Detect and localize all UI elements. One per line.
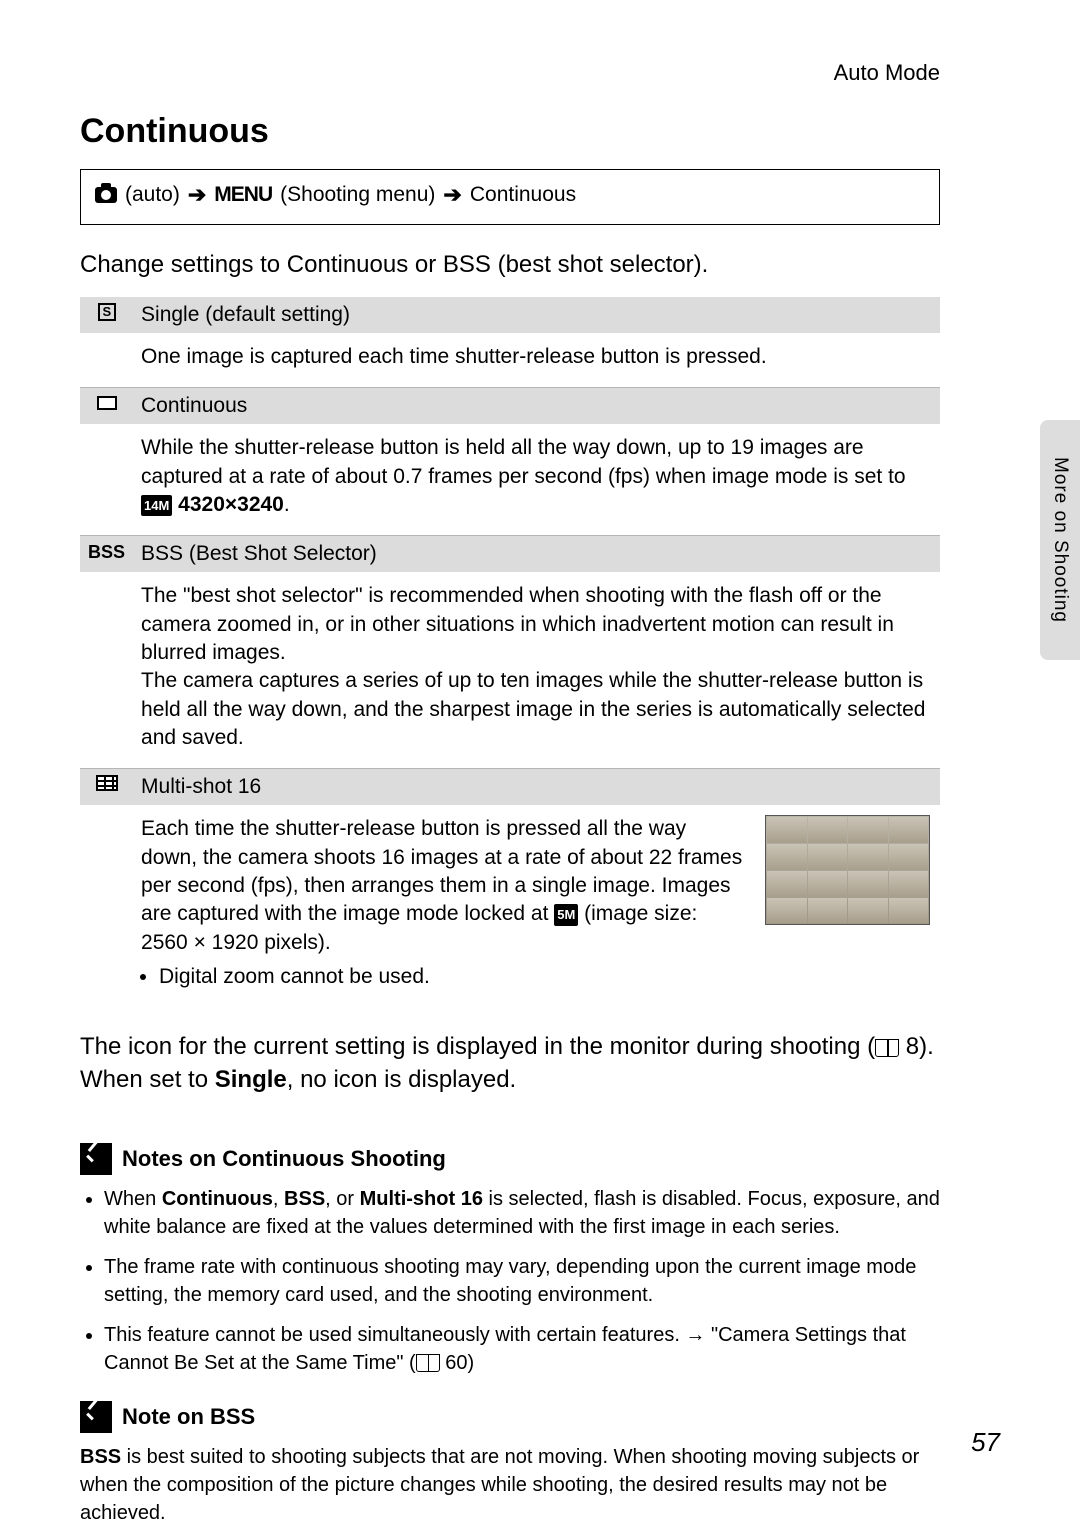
option-desc: While the shutter-release button is held… <box>133 424 940 536</box>
note-body: BSS is best suited to shooting subjects … <box>80 1443 940 1527</box>
note-item: This feature cannot be used simultaneous… <box>104 1321 940 1377</box>
continuous-icon <box>97 396 117 410</box>
arrow-icon: ➔ <box>443 182 461 208</box>
page-number: 57 <box>971 1427 1000 1458</box>
option-row-multishot: Multi-shot 16 <box>80 769 940 806</box>
page-ref-icon <box>416 1354 440 1372</box>
breadcrumb: (auto) ➔ MENU (Shooting menu) ➔ Continuo… <box>80 169 940 225</box>
page-content: Auto Mode Continuous (auto) ➔ MENU (Shoo… <box>80 60 940 1527</box>
after-table-text: The icon for the current setting is disp… <box>80 1030 940 1097</box>
option-row-continuous: Continuous <box>80 388 940 425</box>
page-ref-icon <box>875 1039 899 1057</box>
image-mode-badge: 14M <box>141 495 172 517</box>
bss-icon: BSS <box>80 536 133 573</box>
note-check-icon <box>80 1401 112 1433</box>
option-row-bss: BSS BSS (Best Shot Selector) <box>80 536 940 573</box>
camera-icon <box>95 187 117 203</box>
single-icon <box>98 303 116 321</box>
note-check-icon <box>80 1143 112 1175</box>
header-mode: Auto Mode <box>80 60 940 86</box>
options-table: Single (default setting) One image is ca… <box>80 297 940 1012</box>
notes-continuous: Notes on Continuous Shooting When Contin… <box>80 1143 940 1377</box>
multishot-bullet: Digital zoom cannot be used. <box>159 963 747 991</box>
image-mode-text: 4320×3240 <box>178 493 284 516</box>
note-title: Notes on Continuous Shooting <box>122 1146 446 1172</box>
multishot-icon <box>96 775 118 791</box>
option-desc: Each time the shutter-release button is … <box>133 805 940 1011</box>
intro-text: Change settings to Continuous or BSS (be… <box>80 251 940 279</box>
side-tab-label: More on Shooting <box>1049 457 1071 623</box>
multishot-sample-image <box>765 815 930 925</box>
option-label: Multi-shot 16 <box>133 769 940 806</box>
breadcrumb-menu: MENU <box>214 183 272 207</box>
option-desc: One image is captured each time shutter-… <box>133 333 940 388</box>
arrow-icon: ➔ <box>188 182 206 208</box>
note-title: Note on BSS <box>122 1404 255 1430</box>
note-item: When Continuous, BSS, or Multi-shot 16 i… <box>104 1185 940 1241</box>
option-label: Single (default setting) <box>133 297 940 333</box>
side-tab: More on Shooting <box>1040 420 1080 660</box>
image-mode-badge: 5M <box>554 904 578 926</box>
option-label: BSS (Best Shot Selector) <box>133 536 940 573</box>
page-title: Continuous <box>80 112 940 151</box>
notes-bss: Note on BSS BSS is best suited to shooti… <box>80 1401 940 1527</box>
option-label: Continuous <box>133 388 940 425</box>
breadcrumb-shooting-menu: (Shooting menu) <box>280 183 435 207</box>
breadcrumb-leaf: Continuous <box>470 183 576 207</box>
breadcrumb-auto: (auto) <box>125 183 180 207</box>
option-desc: The "best shot selector" is recommended … <box>133 572 940 769</box>
option-row-single: Single (default setting) <box>80 297 940 333</box>
note-item: The frame rate with continuous shooting … <box>104 1253 940 1309</box>
